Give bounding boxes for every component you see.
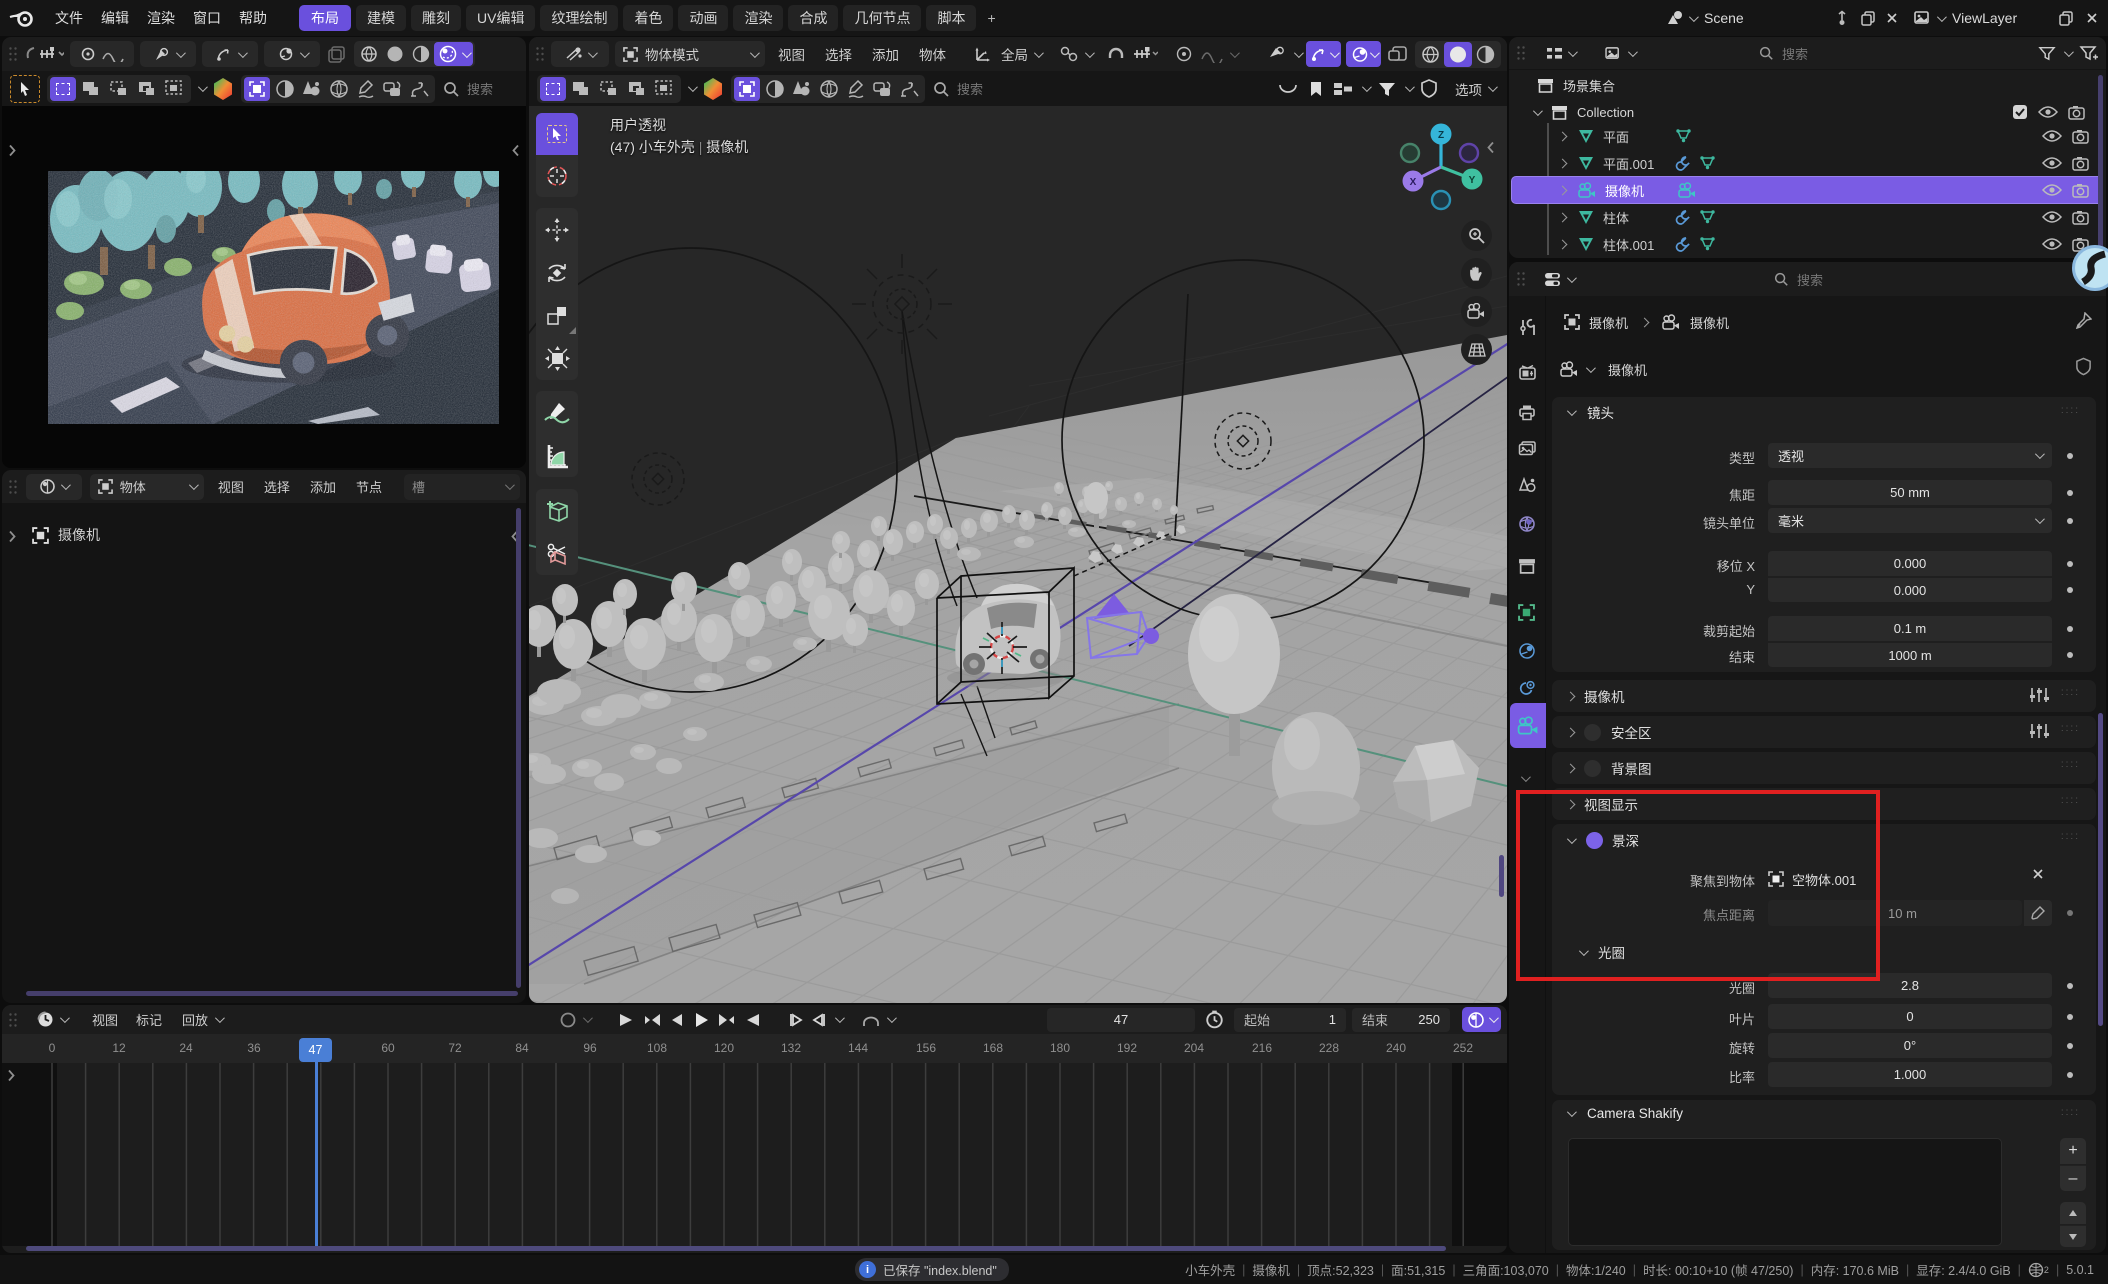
svg-text:X: X	[1410, 177, 1417, 188]
svg-text:Z: Z	[1438, 130, 1444, 141]
svg-text:Y: Y	[1469, 175, 1476, 186]
